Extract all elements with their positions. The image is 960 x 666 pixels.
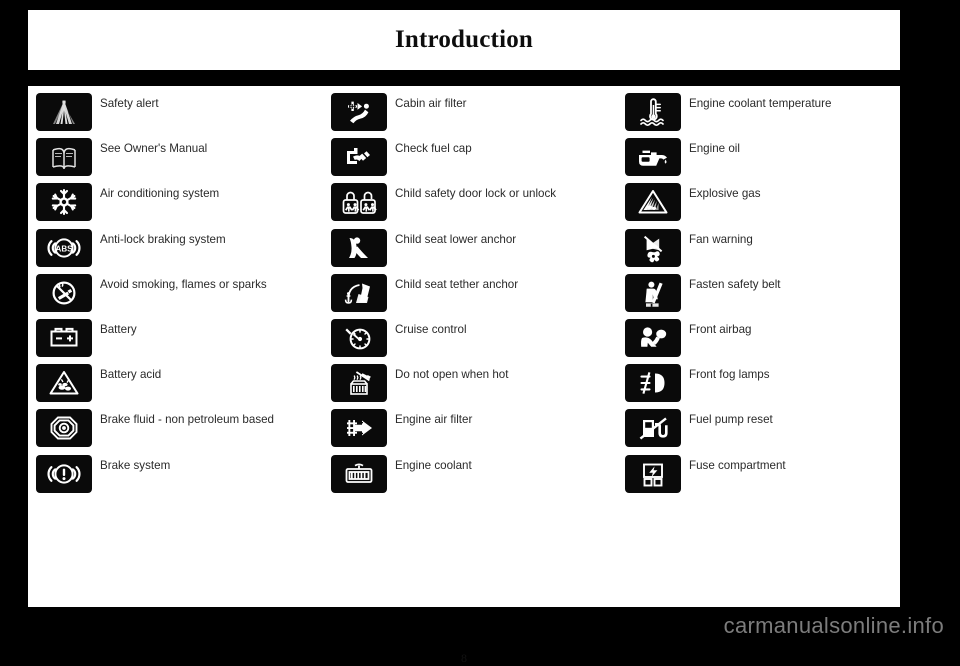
symbol-row: Fan warning <box>625 228 900 274</box>
symbol-row: Fuse compartment <box>625 454 900 500</box>
symbol-label: Avoid smoking, flames or sparks <box>100 277 267 291</box>
symbol-label: Explosive gas <box>689 187 761 201</box>
symbol-label: Engine coolant <box>395 458 472 472</box>
brake-system-icon <box>36 454 92 493</box>
symbol-column-2: Cabin air filter Check fuel cap Child safe… <box>331 93 628 500</box>
symbol-label: Brake fluid - non petroleum based <box>100 413 275 427</box>
cruise-control-icon <box>331 318 387 357</box>
symbol-row: Engine oil <box>625 138 900 183</box>
symbol-row: Do not open when hot <box>331 364 628 409</box>
symbol-column-3: Engine coolant temperature Engine oil Expl… <box>625 93 900 500</box>
symbol-row: Engine air filter <box>331 409 628 454</box>
symbol-row: See Owner's Manual <box>36 138 336 183</box>
symbol-row: Child safety door lock or unlock <box>331 183 628 228</box>
symbol-label: Child safety door lock or unlock <box>395 187 557 201</box>
front-airbag-icon <box>625 318 681 357</box>
symbol-label: Fasten safety belt <box>689 277 781 291</box>
symbol-row: Cruise control <box>331 318 628 364</box>
engine-oil-icon <box>625 138 681 177</box>
battery-icon <box>36 318 92 357</box>
symbol-row: Battery acid <box>36 364 336 409</box>
symbol-row: Front fog lamps <box>625 364 900 409</box>
symbol-label: Anti-lock braking system <box>100 232 226 246</box>
symbol-label: Cruise control <box>395 322 467 336</box>
symbol-label: Fuse compartment <box>689 458 786 472</box>
symbol-label: Air conditioning system <box>100 187 220 201</box>
symbol-label: Fuel pump reset <box>689 413 773 427</box>
symbol-row: Safety alert <box>36 93 336 138</box>
symbol-label: See Owner's Manual <box>100 142 208 156</box>
symbol-label: Safety alert <box>100 97 159 110</box>
fuse-compartment-icon <box>625 454 681 493</box>
symbol-label: Fan warning <box>689 232 753 246</box>
do-not-open-when-hot-icon <box>331 364 387 403</box>
child-seat-lower-anchor-icon <box>331 228 387 267</box>
fuel-pump-reset-icon <box>625 409 681 448</box>
page-number: 8 <box>461 651 467 665</box>
symbol-label: Do not open when hot <box>395 368 509 382</box>
engine-air-filter-icon <box>331 409 387 448</box>
fasten-safety-belt-icon <box>625 273 681 312</box>
symbol-label: Cabin air filter <box>395 97 467 110</box>
symbol-row: Air conditioning system <box>36 183 336 228</box>
engine-coolant-temperature-icon <box>625 93 681 131</box>
symbol-row: Child seat tether anchor <box>331 273 628 319</box>
front-fog-lamps-icon <box>625 364 681 403</box>
symbol-row: Fasten safety belt <box>625 273 900 319</box>
symbol-label: Engine air filter <box>395 413 473 427</box>
symbol-row: Engine coolant <box>331 454 628 500</box>
symbol-row: Cabin air filter <box>331 93 628 138</box>
cabin-air-filter-icon <box>331 93 387 131</box>
symbol-label: Child seat tether anchor <box>395 277 519 291</box>
child-safety-door-lock-icon <box>331 183 387 222</box>
safety-alert-icon <box>36 93 92 131</box>
symbol-label: Brake system <box>100 458 171 472</box>
symbol-row: ABS Anti-lock braking system <box>36 228 336 274</box>
symbol-row: Fuel pump reset <box>625 409 900 454</box>
header-divider <box>28 70 900 86</box>
symbol-row: Check fuel cap <box>331 138 628 183</box>
symbol-row: Brake system <box>36 454 336 500</box>
anti-lock-braking-icon: ABS <box>36 228 92 267</box>
explosive-gas-icon <box>625 183 681 222</box>
symbol-label: Child seat lower anchor <box>395 232 517 246</box>
symbol-row: Engine coolant temperature <box>625 93 900 138</box>
symbol-row: Child seat lower anchor <box>331 228 628 274</box>
symbol-glossary: Safety alert See Owner's Manual Air condit… <box>28 86 900 665</box>
watermark-bar: carmanualsonline.info <box>0 609 960 643</box>
air-conditioning-icon <box>36 183 92 222</box>
symbol-row: Brake fluid - non petroleum based <box>36 409 336 454</box>
page-title: Introduction <box>394 26 534 53</box>
no-smoking-flames-sparks-icon <box>36 273 92 312</box>
symbol-label: Battery <box>100 322 137 336</box>
fan-warning-icon <box>625 228 681 267</box>
see-owners-manual-icon <box>36 138 92 177</box>
page-header: Introduction <box>28 10 900 70</box>
symbol-label: Front fog lamps <box>689 368 770 382</box>
symbol-row: Explosive gas <box>625 183 900 228</box>
svg-text:ABS: ABS <box>56 244 74 253</box>
symbol-label: Front airbag <box>689 322 752 336</box>
symbol-row: Battery <box>36 318 336 364</box>
watermark-text: carmanualsonline.info <box>723 613 944 638</box>
symbol-label: Check fuel cap <box>395 142 472 156</box>
symbol-label: Engine coolant temperature <box>689 97 832 110</box>
symbol-label: Battery acid <box>100 368 162 382</box>
check-fuel-cap-icon <box>331 138 387 177</box>
battery-acid-icon <box>36 364 92 403</box>
symbol-row: Front airbag <box>625 318 900 364</box>
brake-fluid-icon <box>36 409 92 448</box>
engine-coolant-icon <box>331 454 387 493</box>
symbol-column-1: Safety alert See Owner's Manual Air condit… <box>36 93 336 500</box>
symbol-row: Avoid smoking, flames or sparks <box>36 273 336 319</box>
child-seat-tether-anchor-icon <box>331 273 387 312</box>
manual-page-sheet: Introduction Safety alert See Owner's Man… <box>28 10 900 665</box>
symbol-label: Engine oil <box>689 142 740 156</box>
